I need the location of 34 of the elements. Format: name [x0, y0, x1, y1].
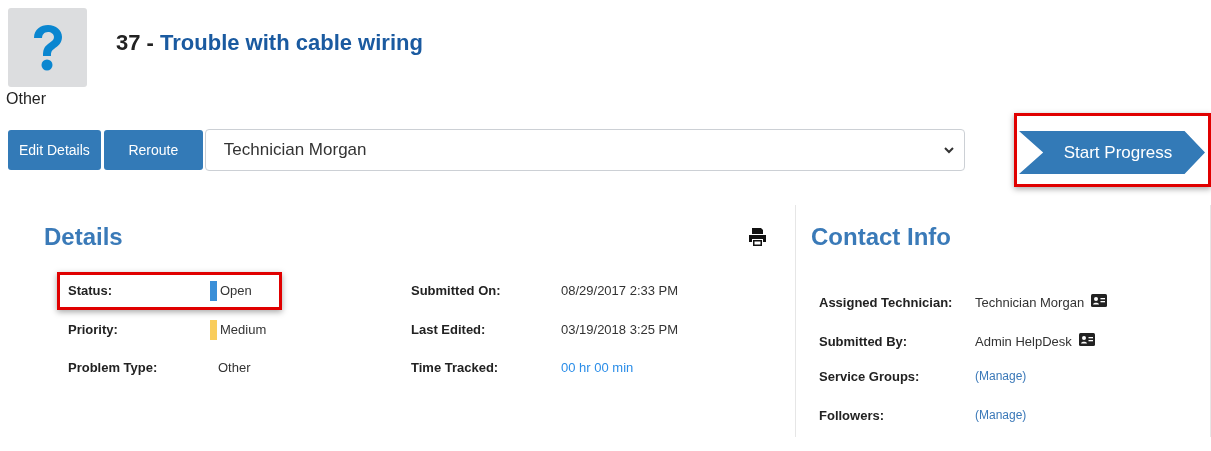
field-label: Priority:: [68, 321, 119, 340]
contact-card-icon[interactable]: [1091, 294, 1108, 307]
contact-info-heading: Contact Info: [811, 222, 952, 252]
action-button[interactable]: Edit Details: [8, 130, 101, 170]
field-value: 08/29/2017 2:33 PM: [561, 283, 679, 299]
field-value: Technician Morgan: [975, 294, 1085, 312]
time-tracked-link[interactable]: 00 hr 00 min: [561, 360, 634, 375]
details-heading: Details: [44, 222, 123, 252]
category-label: Other: [6, 91, 47, 107]
field-label: Status:: [68, 282, 114, 301]
field-label: Submitted By:: [819, 333, 908, 351]
field-label: Service Groups:: [819, 368, 920, 386]
field-label: Assigned Technician:: [819, 294, 953, 312]
field-label: Problem Type:: [68, 359, 159, 377]
field-value: Open: [220, 282, 252, 301]
field-label: Last Edited:: [411, 321, 487, 340]
manage-link[interactable]: (Manage): [975, 406, 1027, 424]
manage-link[interactable]: (Manage): [975, 367, 1027, 385]
ticket-number: 37: [116, 30, 141, 55]
print-icon[interactable]: [748, 228, 767, 246]
field-value: Admin HelpDesk: [975, 333, 1072, 351]
contact-card-icon[interactable]: [1078, 333, 1095, 346]
technician-select[interactable]: Technician Morgan: [204, 129, 965, 171]
ticket-title: Trouble with cable wiring: [160, 30, 423, 55]
title-separator: -: [146, 30, 154, 55]
start-progress-button[interactable]: Start Progress: [1019, 131, 1205, 174]
field-value: Other: [218, 360, 251, 375]
action-button[interactable]: Reroute: [103, 130, 203, 170]
field-value: 03/19/2018 3:25 PM: [561, 322, 679, 338]
chevron-down-icon: [944, 146, 954, 154]
field-label: Followers:: [819, 407, 884, 425]
field-label: Submitted On:: [411, 282, 502, 301]
field-label: Time Tracked:: [411, 359, 500, 377]
field-value: Medium: [220, 321, 267, 340]
